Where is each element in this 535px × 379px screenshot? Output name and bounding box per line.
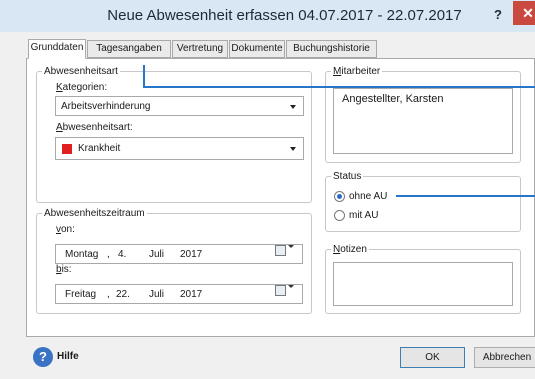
from-year: 2017 bbox=[180, 249, 203, 260]
radio-ohne-au-label[interactable]: ohne AU bbox=[349, 191, 387, 202]
color-swatch-icon bbox=[62, 144, 72, 154]
from-separator: , bbox=[107, 249, 110, 260]
period-legend: Abwesenheitszeitraum bbox=[42, 208, 147, 219]
callout-line bbox=[143, 86, 535, 88]
to-day: 22. bbox=[116, 289, 130, 300]
from-month: Juli bbox=[149, 249, 165, 260]
chevron-down-icon bbox=[290, 105, 296, 109]
status-legend: Status bbox=[331, 171, 364, 182]
employee-name[interactable]: Angestellter, Karsten bbox=[342, 93, 444, 105]
status-group bbox=[325, 176, 521, 232]
chevron-down-icon bbox=[290, 147, 296, 151]
help-icon[interactable]: ? bbox=[33, 347, 53, 367]
employee-legend: Mitarbeiter bbox=[331, 66, 383, 77]
category-label: Kategorien: bbox=[56, 82, 108, 93]
tab-grunddaten[interactable]: Grunddaten bbox=[28, 39, 86, 59]
callout-line bbox=[143, 65, 145, 87]
absence-type-label: Abwesenheitsart: bbox=[56, 122, 133, 133]
to-month: Juli bbox=[149, 289, 165, 300]
from-label: von: bbox=[56, 224, 75, 235]
tab-dokumente[interactable]: Dokumente bbox=[229, 40, 285, 58]
to-separator: , bbox=[107, 289, 110, 300]
absence-type-dropdown[interactable]: Krankheit bbox=[55, 137, 304, 160]
calendar-icon[interactable] bbox=[275, 285, 286, 296]
category-value: Arbeitsverhinderung bbox=[61, 101, 151, 112]
chevron-down-icon[interactable] bbox=[288, 245, 294, 248]
to-weekday: Freitag bbox=[65, 289, 97, 300]
tab-tagesangaben[interactable]: Tagesangaben bbox=[87, 40, 171, 58]
radio-mit-au-label[interactable]: mit AU bbox=[349, 210, 378, 221]
from-weekday: Montag bbox=[65, 249, 99, 260]
callout-line bbox=[396, 195, 535, 197]
absence-type-legend: Abwesenheitsart bbox=[42, 66, 120, 77]
ok-button[interactable]: OK bbox=[400, 347, 465, 368]
help-link[interactable]: Hilfe bbox=[57, 351, 79, 362]
notes-legend: Notizen bbox=[331, 244, 369, 255]
radio-mit-au[interactable] bbox=[334, 210, 345, 221]
window-title: Neue Abwesenheit erfassen 04.07.2017 - 2… bbox=[107, 7, 462, 24]
radio-ohne-au[interactable] bbox=[334, 191, 345, 202]
employee-list[interactable]: Angestellter, Karsten bbox=[333, 88, 513, 154]
close-button[interactable]: ✕ bbox=[513, 1, 535, 25]
to-year: 2017 bbox=[180, 289, 203, 300]
to-label: bis: bbox=[56, 264, 72, 275]
to-date-picker[interactable]: Freitag , 22. Juli 2017 bbox=[55, 284, 303, 304]
tab-buchungshistorie[interactable]: Buchungshistorie bbox=[286, 40, 377, 58]
calendar-icon[interactable] bbox=[275, 245, 286, 256]
category-dropdown[interactable]: Arbeitsverhinderung bbox=[55, 96, 304, 116]
from-date-picker[interactable]: Montag , 4. Juli 2017 bbox=[55, 244, 303, 264]
title-help-button[interactable]: ? bbox=[487, 4, 509, 26]
tab-vertretung[interactable]: Vertretung bbox=[172, 40, 228, 58]
absence-type-value: Krankheit bbox=[78, 143, 121, 154]
cancel-button[interactable]: Abbrechen bbox=[474, 347, 535, 368]
notes-textarea[interactable] bbox=[333, 262, 513, 306]
from-day: 4. bbox=[118, 249, 127, 260]
chevron-down-icon[interactable] bbox=[288, 285, 294, 288]
